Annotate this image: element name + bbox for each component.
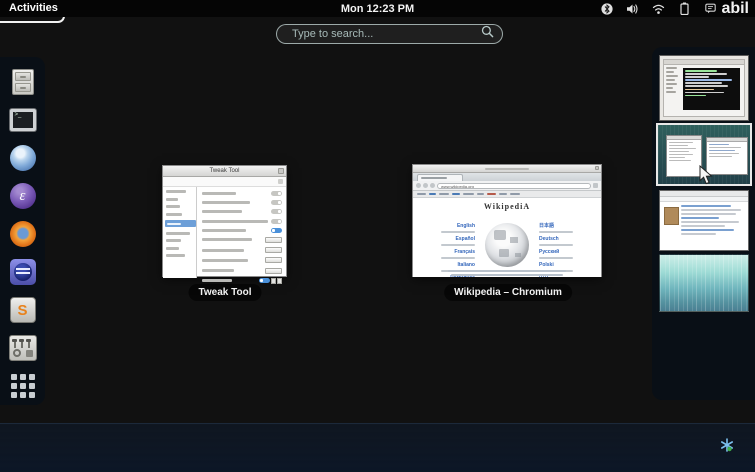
chromium-tab: [417, 174, 463, 181]
tweak-toolbar: [163, 177, 286, 187]
tweak-body: [163, 187, 286, 278]
wikipedia-globe-logo: [485, 223, 529, 267]
terminal-icon: >_: [10, 109, 36, 131]
tray-notification-icon[interactable]: [720, 438, 734, 452]
reload-icon: [430, 183, 435, 188]
sublime-text-icon: S: [10, 297, 36, 323]
wikipedia-language-link: Deutsch: [539, 237, 573, 242]
back-icon: [416, 183, 421, 188]
search-icon: [481, 25, 494, 43]
window-caption-tweak-tool: Tweak Tool: [189, 284, 262, 301]
dock-item-chromium[interactable]: [8, 144, 38, 172]
workspace-thumbnail-3[interactable]: [659, 190, 749, 251]
tweak-sidebar-selected: [165, 220, 196, 227]
wikipedia-language-link: English: [457, 224, 475, 229]
show-applications-icon: [11, 374, 35, 398]
workspace-thumbnail-4[interactable]: [659, 254, 749, 312]
tweak-sidebar: [163, 187, 197, 278]
user-name-label: abil: [721, 0, 749, 18]
wikipedia-language-link: Español: [456, 237, 475, 242]
wikipedia-language-link: Italiano: [457, 263, 475, 268]
dash-dock: >_ ε S: [0, 57, 45, 405]
wikipedia-language-link: Français: [454, 250, 475, 255]
tweak-settings-list: [197, 187, 286, 278]
mini-window-tweak: [666, 135, 702, 177]
wikipedia-wordmark: WikipediA: [413, 202, 601, 211]
dock-item-show-applications[interactable]: [8, 372, 38, 400]
dock-item-emacs[interactable]: ε: [8, 182, 38, 210]
search-input[interactable]: [290, 27, 481, 41]
gnome-activities-overview: Activities Mon 12:23 PM: [0, 0, 755, 472]
close-icon: [278, 168, 284, 174]
url-field: www.wikipedia.org: [437, 183, 591, 189]
user-menu[interactable]: abil: [704, 0, 749, 18]
firefox-icon: [10, 221, 36, 247]
wikipedia-language-link: 日本語: [539, 224, 573, 229]
emacs-icon: ε: [10, 183, 36, 209]
chromium-icon: [10, 145, 36, 171]
bluetooth-icon[interactable]: [600, 2, 613, 15]
chromium-titlebar: [413, 165, 601, 173]
eclipse-icon: [10, 259, 36, 285]
tweak-titlebar: Tweak Tool: [163, 166, 286, 177]
forward-icon: [423, 183, 428, 188]
im-status-icon: [704, 2, 717, 15]
dock-item-sublime-text[interactable]: S: [8, 296, 38, 324]
status-area: abil: [600, 0, 749, 17]
chromium-tab-strip: [413, 173, 601, 181]
battery-icon[interactable]: [678, 2, 691, 15]
chromium-bookmarks-bar: [413, 191, 601, 198]
workspace-thumbnail-2-active[interactable]: [656, 123, 752, 186]
dock-item-tweak-tool[interactable]: [8, 334, 38, 362]
workspace-switcher: [652, 47, 755, 400]
window-preview-tweak-tool[interactable]: Tweak Tool: [162, 165, 287, 277]
close-icon: [595, 166, 599, 170]
tweak-tool-icon: [9, 335, 37, 361]
mini-window-wikipedia: [706, 137, 748, 175]
activities-active-indicator: [0, 16, 65, 23]
dock-item-eclipse[interactable]: [8, 258, 38, 286]
dock-item-file-manager[interactable]: [8, 68, 38, 96]
tweak-title-text: Tweak Tool: [210, 168, 240, 174]
wikipedia-language-link: Polski: [539, 263, 573, 268]
search-entry[interactable]: [276, 24, 503, 44]
message-tray[interactable]: [0, 423, 755, 472]
dock-item-firefox[interactable]: [8, 220, 38, 248]
wikipedia-language-link: Русский: [539, 250, 573, 255]
chromium-address-bar: www.wikipedia.org: [413, 181, 601, 191]
workspace-thumbnail-1[interactable]: [659, 55, 749, 121]
wikipedia-small-links: [447, 270, 567, 277]
volume-icon[interactable]: [626, 2, 639, 15]
dock-item-terminal[interactable]: >_: [8, 106, 38, 134]
window-caption-wikipedia: Wikipedia – Chromium: [444, 284, 572, 301]
file-manager-icon: [12, 69, 34, 95]
wikipedia-portal-page: WikipediA English Español Français Itali…: [413, 198, 601, 277]
window-preview-wikipedia[interactable]: www.wikipedia.org WikipediA English Espa…: [412, 164, 602, 277]
wifi-icon[interactable]: [652, 2, 665, 15]
wrench-icon: [593, 183, 598, 188]
